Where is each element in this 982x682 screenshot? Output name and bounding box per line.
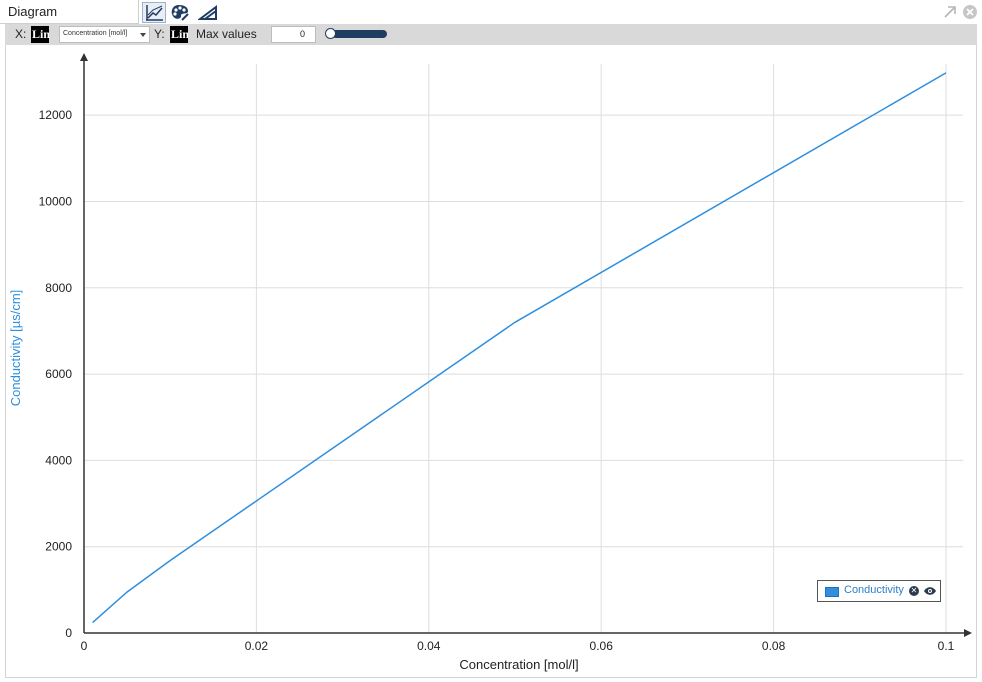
y-axis-title: Conductivity [µs/cm] bbox=[8, 290, 23, 407]
y-axis-arrow bbox=[80, 53, 88, 61]
y-tick-label: 6000 bbox=[45, 367, 72, 381]
y-tick-label: 12000 bbox=[39, 108, 73, 122]
x-tick-label: 0.04 bbox=[417, 639, 441, 653]
x-tick-label: 0.06 bbox=[590, 639, 614, 653]
x-tick-label: 0.08 bbox=[762, 639, 786, 653]
y-tick-label: 2000 bbox=[45, 540, 72, 554]
y-tick-label: 0 bbox=[65, 626, 72, 640]
legend: Conductivity ✕ bbox=[817, 580, 941, 602]
y-tick-label: 8000 bbox=[45, 281, 72, 295]
legend-swatch bbox=[825, 587, 839, 597]
x-axis-arrow bbox=[964, 629, 972, 637]
x-tick-label: 0.1 bbox=[938, 639, 955, 653]
remove-series-icon[interactable]: ✕ bbox=[909, 586, 919, 596]
x-tick-label: 0 bbox=[81, 639, 88, 653]
x-axis-title: Concentration [mol/l] bbox=[459, 657, 578, 672]
series-line-conductivity bbox=[92, 72, 947, 624]
y-tick-label: 4000 bbox=[45, 453, 72, 467]
visibility-eye-icon[interactable] bbox=[923, 586, 937, 596]
y-tick-label: 10000 bbox=[39, 194, 73, 208]
x-tick-label: 0.02 bbox=[245, 639, 269, 653]
legend-label[interactable]: Conductivity bbox=[844, 584, 904, 596]
